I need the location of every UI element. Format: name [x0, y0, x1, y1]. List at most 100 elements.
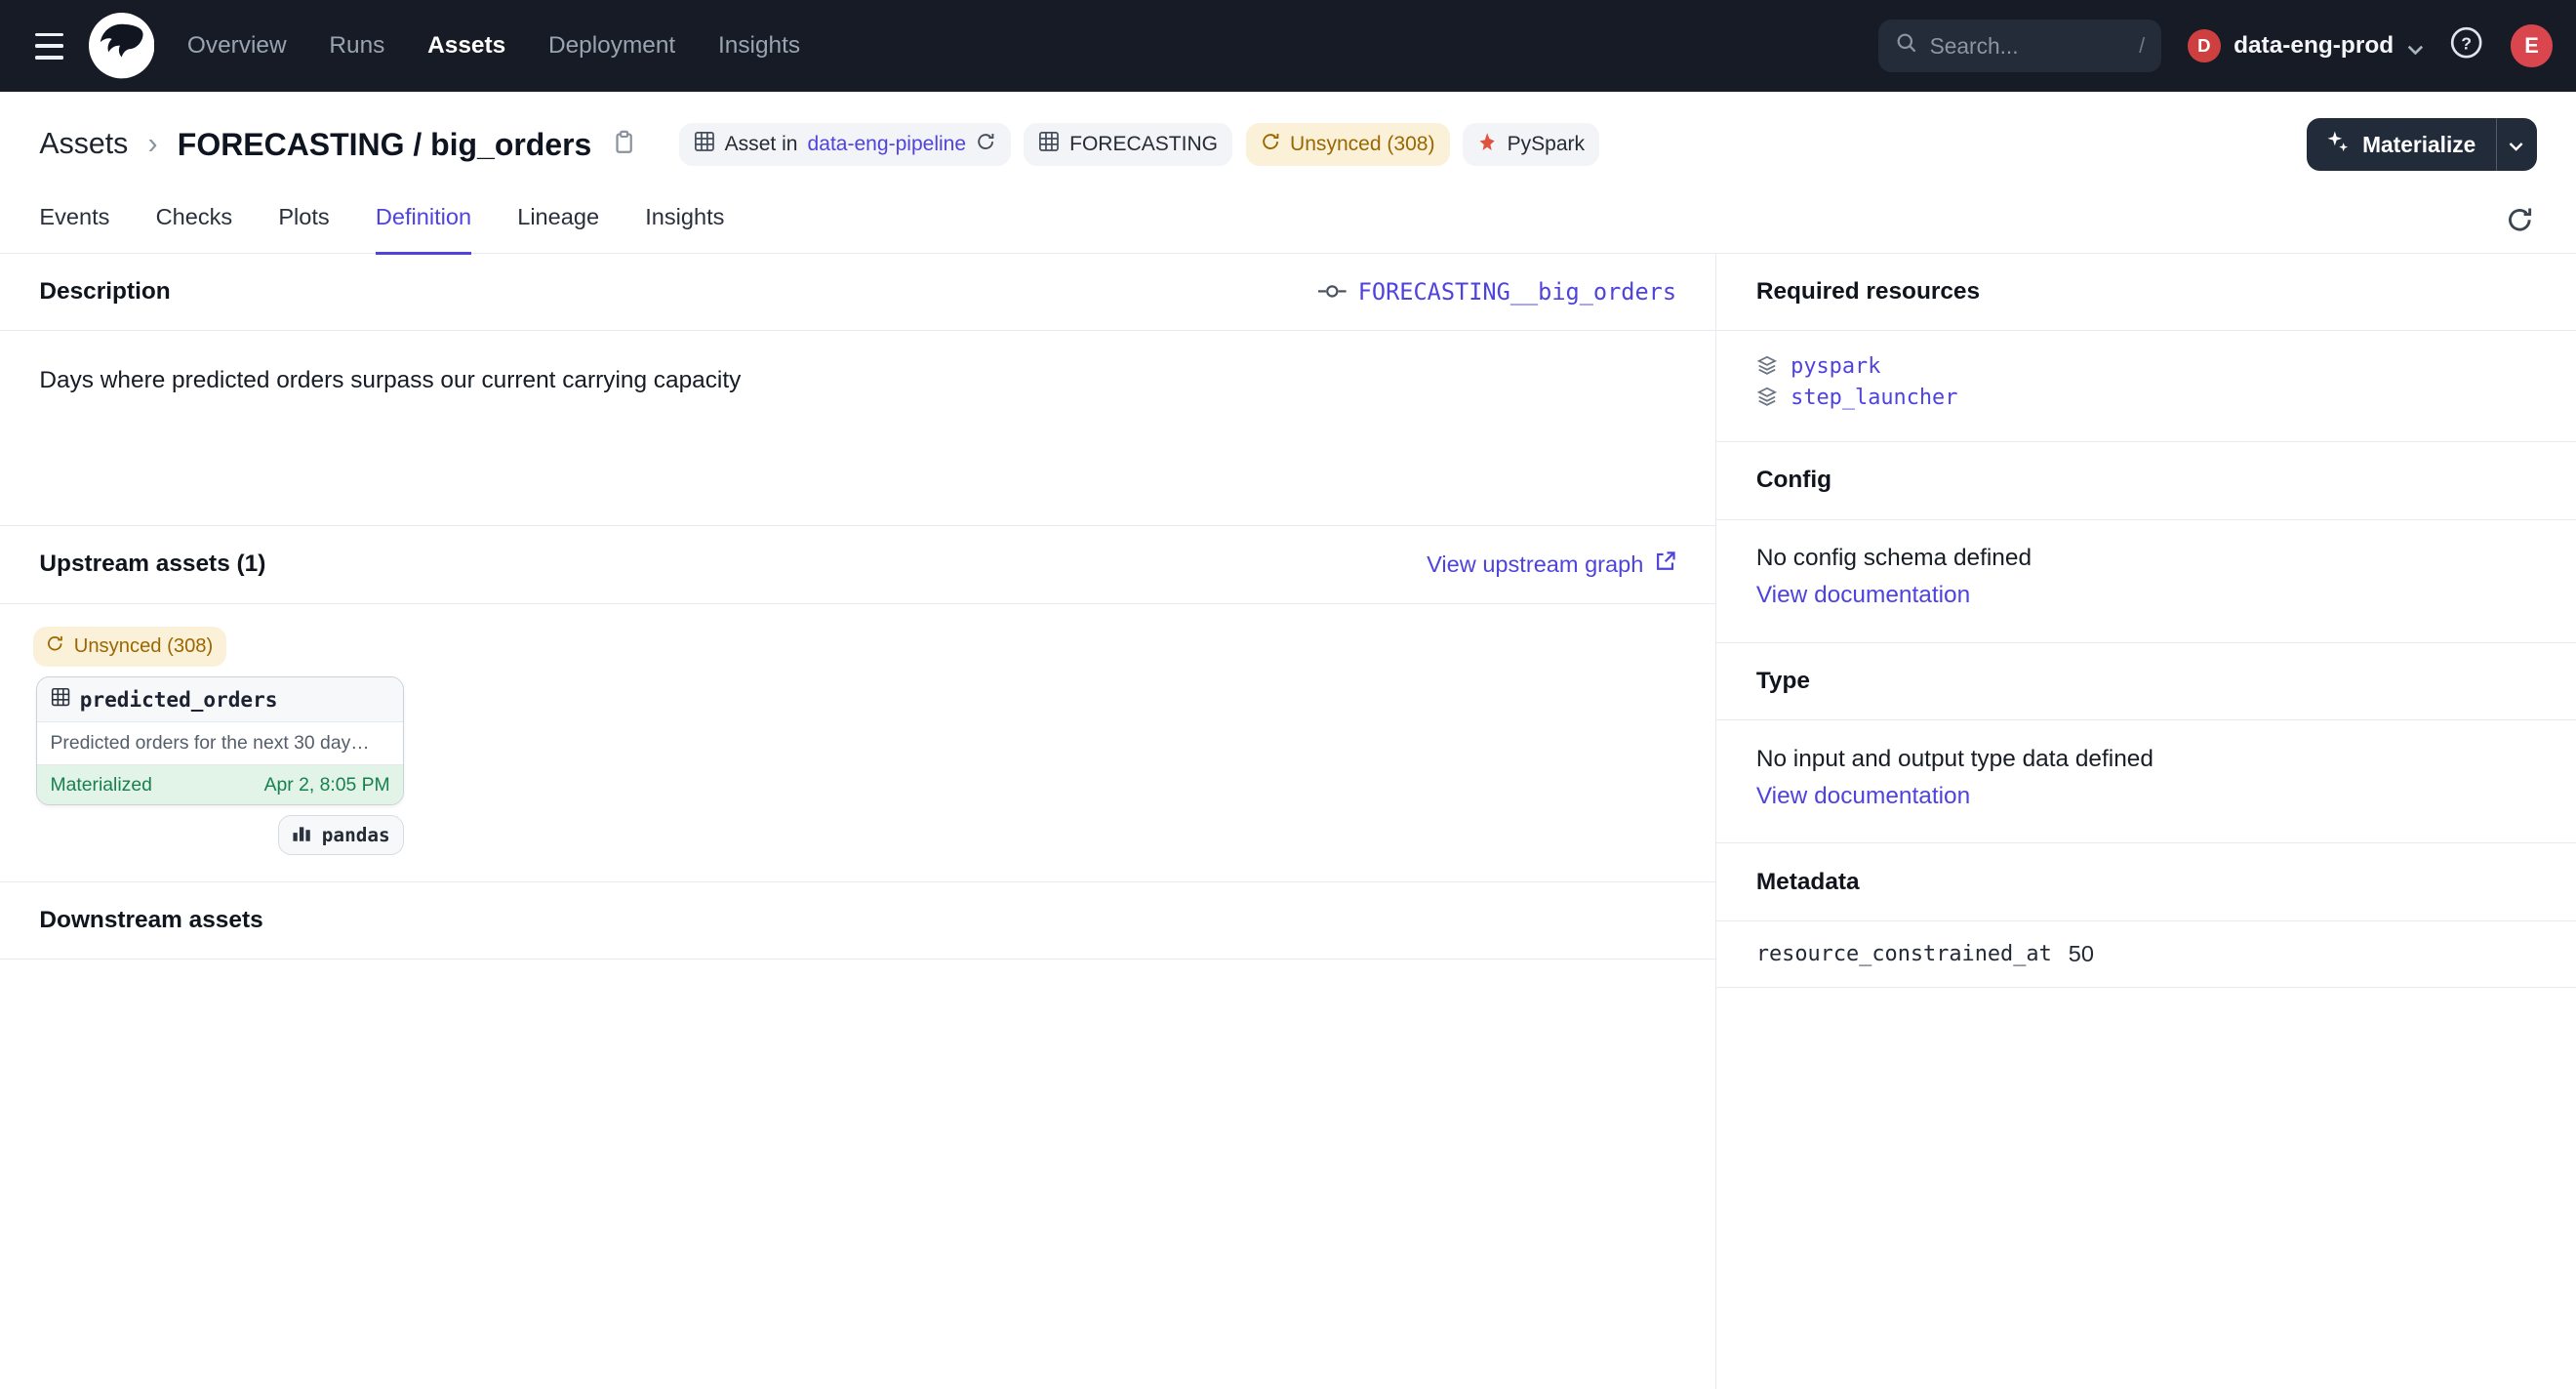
upstream-node-wrap: predicted_orders Predicted orders for th… — [36, 676, 404, 855]
asset-tabs: Events Checks Plots Definition Lineage I… — [0, 181, 2576, 254]
asset-node-description: Predicted orders for the next 30 day… — [37, 722, 403, 765]
config-empty-text: No config schema defined — [1756, 545, 2537, 572]
tag-group-forecasting[interactable]: FORECASTING — [1024, 123, 1232, 166]
layers-icon — [1756, 352, 1778, 382]
spark-icon — [1477, 132, 1497, 157]
deployment-badge: D — [2188, 29, 2221, 62]
nav-deployment[interactable]: Deployment — [548, 32, 675, 60]
tab-plots[interactable]: Plots — [278, 181, 329, 254]
tab-events[interactable]: Events — [39, 181, 109, 254]
tag-prefix: Asset in — [725, 133, 798, 156]
reload-icon[interactable] — [976, 132, 995, 157]
status-label: Materialized — [51, 774, 152, 797]
type-empty-text: No input and output type data defined — [1756, 746, 2537, 773]
config-body: No config schema defined View documentat… — [1716, 520, 2576, 642]
asset-graph-link[interactable]: FORECASTING__big_orders — [1318, 278, 1676, 306]
asset-icon — [694, 131, 715, 158]
materialize-split-button: Materialize — [2307, 118, 2537, 171]
asset-header: Assets › FORECASTING / big_orders Asset … — [0, 92, 2576, 181]
definition-right-column: Required resources pyspark step_launcher — [1716, 254, 2576, 1389]
unsynced-badge-label: Unsynced (308) — [74, 635, 214, 658]
config-doc-link[interactable]: View documentation — [1756, 582, 1970, 609]
nav-runs[interactable]: Runs — [329, 32, 384, 60]
resource-link-pyspark[interactable]: pyspark — [1791, 352, 1880, 382]
tab-insights[interactable]: Insights — [645, 181, 724, 254]
type-doc-link[interactable]: View documentation — [1756, 783, 1970, 810]
help-icon: ? — [2449, 25, 2483, 65]
layers-icon — [1756, 384, 1778, 413]
metadata-row: resource_constrained_at 50 — [1716, 921, 2576, 988]
tag-group-label: FORECASTING — [1069, 133, 1218, 156]
caret-down-icon — [2509, 132, 2523, 157]
graph-node-icon — [1318, 278, 1347, 306]
help-button[interactable]: ? — [2449, 25, 2483, 65]
menu-button[interactable] — [23, 20, 76, 72]
tab-definition[interactable]: Definition — [376, 181, 471, 254]
metadata-value: 50 — [2069, 941, 2094, 967]
asset-node-status: Materialized Apr 2, 8:05 PM — [37, 765, 403, 804]
tag-unsynced[interactable]: Unsynced (308) — [1246, 123, 1450, 166]
upstream-section-header: Upstream assets (1) View upstream graph — [0, 525, 1715, 604]
resource-item-step-launcher: step_launcher — [1756, 384, 2537, 413]
breadcrumb-separator: › — [148, 128, 158, 161]
sync-icon — [46, 634, 64, 659]
materialize-label: Materialize — [2362, 132, 2475, 158]
resource-link-step-launcher[interactable]: step_launcher — [1791, 384, 1957, 413]
metadata-key: resource_constrained_at — [1756, 942, 2069, 966]
type-body: No input and output type data defined Vi… — [1716, 720, 2576, 842]
metadata-section-header: Metadata — [1716, 842, 2576, 921]
tag-pyspark-label: PySpark — [1508, 133, 1585, 156]
search-shortcut-hint: / — [2139, 33, 2145, 59]
page-title: FORECASTING / big_orders — [178, 127, 592, 163]
description-heading: Description — [39, 278, 170, 306]
search-input[interactable] — [1930, 33, 2128, 60]
tab-lineage[interactable]: Lineage — [517, 181, 599, 254]
refresh-button[interactable] — [2506, 192, 2537, 253]
asset-tags: Asset in data-eng-pipeline FORECASTING U… — [679, 123, 1600, 166]
tag-asset-in-pipeline[interactable]: Asset in data-eng-pipeline — [679, 123, 1011, 166]
refresh-icon — [2506, 206, 2534, 240]
search-icon — [1895, 31, 1918, 61]
tab-checks[interactable]: Checks — [156, 181, 233, 254]
chart-icon — [292, 823, 311, 847]
type-heading: Type — [1756, 668, 1810, 695]
hamburger-icon — [35, 33, 63, 36]
resources-heading: Required resources — [1756, 278, 1980, 306]
resources-list: pyspark step_launcher — [1716, 331, 2576, 441]
pipeline-link[interactable]: data-eng-pipeline — [808, 133, 967, 156]
nav-overview[interactable]: Overview — [187, 32, 287, 60]
view-upstream-graph-link[interactable]: View upstream graph — [1427, 551, 1676, 578]
copy-icon — [612, 129, 636, 161]
materialize-button[interactable]: Materialize — [2307, 118, 2496, 171]
metadata-heading: Metadata — [1756, 869, 1860, 896]
breadcrumb-assets[interactable]: Assets — [39, 128, 128, 161]
deployment-switcher[interactable]: D data-eng-prod — [2188, 29, 2424, 62]
sync-icon — [1261, 132, 1280, 157]
asset-node-header: predicted_orders — [37, 677, 403, 722]
dagster-logo-icon — [89, 13, 154, 78]
asset-node-predicted-orders[interactable]: predicted_orders Predicted orders for th… — [36, 676, 404, 805]
resources-section-header: Required resources — [1716, 254, 2576, 332]
asset-graph-link-label: FORECASTING__big_orders — [1358, 278, 1676, 306]
user-avatar[interactable]: E — [2511, 24, 2554, 67]
external-link-icon — [1655, 551, 1676, 578]
asset-node-name: predicted_orders — [80, 687, 278, 712]
config-heading: Config — [1756, 467, 1831, 494]
definition-left-column: Description FORECASTING__big_orders Days… — [0, 254, 1716, 1389]
tag-pyspark[interactable]: PySpark — [1463, 123, 1599, 166]
downstream-section-header: Downstream assets — [0, 881, 1715, 960]
description-section-header: Description FORECASTING__big_orders — [0, 254, 1715, 332]
copy-button[interactable] — [612, 129, 636, 161]
asset-group-icon — [1038, 131, 1060, 158]
metadata-table: resource_constrained_at 50 — [1716, 921, 2576, 988]
search-box[interactable]: / — [1878, 20, 2161, 72]
nav-insights[interactable]: Insights — [718, 32, 800, 60]
kind-tag-row: pandas — [36, 815, 404, 854]
tag-unsynced-label: Unsynced (308) — [1290, 133, 1434, 156]
topbar-right: / D data-eng-prod ? E — [1878, 20, 2553, 72]
nav-assets[interactable]: Assets — [427, 32, 505, 60]
type-section-header: Type — [1716, 642, 2576, 721]
table-icon — [51, 687, 70, 712]
materialize-options-button[interactable] — [2496, 118, 2537, 171]
compute-kind-tag[interactable]: pandas — [278, 815, 404, 854]
